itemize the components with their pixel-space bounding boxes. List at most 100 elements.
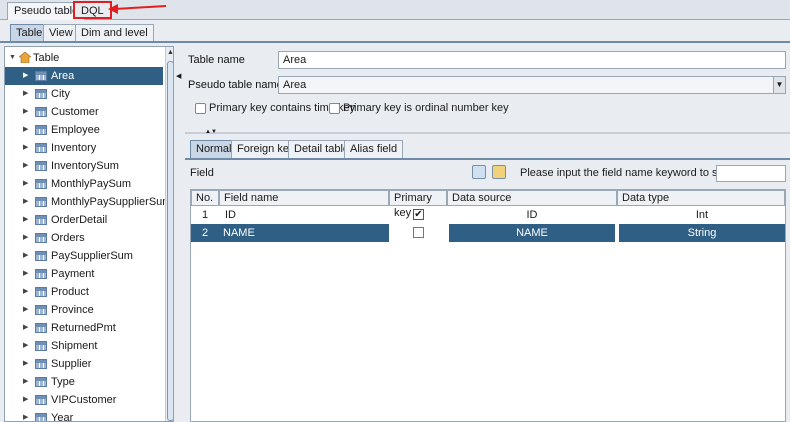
tree-item[interactable]: ▶ Province [5, 301, 163, 319]
table-icon [35, 323, 47, 333]
expand-icon[interactable]: ▶ [23, 373, 28, 391]
table-icon [35, 179, 47, 189]
tree-item[interactable]: ▶ Inventory [5, 139, 163, 157]
tree-item-label: ReturnedPmt [51, 322, 116, 334]
table-icon [35, 71, 47, 81]
expand-icon[interactable]: ▶ [23, 391, 28, 409]
expand-icon[interactable]: ▶ [23, 265, 28, 283]
table-row[interactable]: 2 NAME NAME String [191, 224, 785, 242]
expand-icon[interactable]: ▶ [23, 409, 28, 421]
table-icon [35, 359, 47, 369]
splitter[interactable]: ◀ [175, 46, 183, 422]
ordinal-key-label: Primary key is ordinal number key [343, 102, 509, 114]
primary-key-checkbox[interactable]: ✔ [413, 209, 424, 220]
dropdown-arrow-icon[interactable]: ▼ [773, 77, 785, 93]
annotation-arrow-icon [108, 4, 167, 14]
field-grid: No. Field name Primary key Data source D… [190, 189, 786, 422]
col-data-type: Data type [617, 190, 785, 206]
tree-item[interactable]: ▶ Product [5, 283, 163, 301]
tree-item[interactable]: ▶ Shipment [5, 337, 163, 355]
tree-item[interactable]: ▶ PaySupplierSum [5, 247, 163, 265]
home-icon [19, 52, 31, 63]
pseudo-table-name-select[interactable]: Area ▼ [278, 76, 786, 94]
scrollbar-thumb[interactable] [167, 61, 173, 421]
expand-icon[interactable]: ▶ [23, 85, 28, 103]
expand-icon[interactable]: ▶ [23, 67, 28, 85]
expand-icon[interactable]: ▶ [23, 157, 28, 175]
collapse-left-icon[interactable]: ◀ [176, 72, 181, 80]
expand-icon[interactable]: ▶ [23, 121, 28, 139]
expand-icon[interactable]: ▶ [23, 319, 28, 337]
tab-underline [0, 41, 790, 43]
table-row[interactable]: 1 ID ✔ ID Int [191, 206, 785, 224]
tree-item[interactable]: ▶ Type [5, 373, 163, 391]
tree-item-label: Province [51, 304, 94, 316]
tree-item[interactable]: ▶ Area [5, 67, 163, 85]
collapse-icon[interactable]: ▼ [9, 49, 16, 67]
field-label: Field [190, 167, 214, 179]
table-name-input[interactable]: Area [278, 51, 786, 69]
table-icon [35, 161, 47, 171]
table-icon [35, 395, 47, 405]
tab-dim-and-level[interactable]: Dim and level [75, 24, 154, 42]
tree-item[interactable]: ▶ OrderDetail [5, 211, 163, 229]
scroll-up-icon[interactable]: ▲ [166, 47, 173, 59]
tree-item[interactable]: ▶ Payment [5, 265, 163, 283]
tree-item[interactable]: ▶ ReturnedPmt [5, 319, 163, 337]
primary-key-checkbox[interactable] [413, 227, 424, 238]
tree-item[interactable]: ▶ Customer [5, 103, 163, 121]
tree-item-label: Year [51, 412, 74, 422]
expand-icon[interactable]: ▶ [23, 301, 28, 319]
expand-icon[interactable]: ▶ [23, 355, 28, 373]
tab-alias-field[interactable]: Alias field [344, 140, 404, 158]
row-data-source[interactable]: NAME [449, 224, 615, 242]
row-no: 1 [201, 209, 209, 221]
tree-item[interactable]: ▶ VIPCustomer [5, 391, 163, 409]
tree-item[interactable]: ▶ InventorySum [5, 157, 163, 175]
row-data-source[interactable]: ID [449, 206, 615, 224]
splitter-arrows-icon[interactable]: ▲▼ [205, 129, 217, 135]
row-data-type[interactable]: String [619, 224, 785, 242]
expand-icon[interactable]: ▶ [23, 211, 28, 229]
expand-icon[interactable]: ▶ [23, 175, 28, 193]
tree-item-label: Type [51, 376, 75, 388]
table-icon [35, 89, 47, 99]
tree-item[interactable]: ▶ MonthlyPaySupplierSum [5, 193, 171, 211]
tree-root[interactable]: ▼ Table [5, 49, 163, 67]
expand-icon[interactable]: ▶ [23, 337, 28, 355]
table-icon [35, 143, 47, 153]
tree-item-label: Shipment [51, 340, 98, 352]
expand-icon[interactable]: ▶ [23, 283, 28, 301]
row-no: 2 [191, 224, 219, 242]
expand-icon[interactable]: ▶ [23, 103, 28, 121]
ordinal-key-checkbox[interactable] [329, 103, 340, 114]
table-icon [35, 251, 47, 261]
tree-item-label: OrderDetail [51, 214, 108, 226]
row-field-name[interactable]: ID [221, 206, 387, 224]
time-key-checkbox[interactable] [195, 103, 206, 114]
col-primary-key: Primary key [389, 190, 447, 219]
add-field-icon[interactable] [472, 165, 486, 179]
expand-icon[interactable]: ▶ [23, 139, 28, 157]
tree-item[interactable]: ▶ MonthlyPaySum [5, 175, 163, 193]
expand-icon[interactable]: ▶ [23, 247, 28, 265]
tree-item-label: Employee [51, 124, 100, 136]
tree-item[interactable]: ▶ Year [5, 409, 163, 422]
horizontal-splitter[interactable] [185, 132, 790, 134]
tree-scrollbar[interactable]: ▲ [165, 47, 173, 421]
row-data-type[interactable]: Int [619, 206, 785, 224]
tree-item[interactable]: ▶ Orders [5, 229, 163, 247]
table-icon [35, 341, 47, 351]
table-icon [35, 287, 47, 297]
tree-item[interactable]: ▶ City [5, 85, 163, 103]
tree-item[interactable]: ▶ Employee [5, 121, 163, 139]
field-search-input[interactable] [716, 165, 786, 182]
row-field-name[interactable]: NAME [219, 224, 389, 242]
tab-view[interactable]: View [43, 24, 79, 42]
tab-dql[interactable]: DQL [73, 1, 112, 19]
expand-icon[interactable]: ▶ [23, 229, 28, 247]
expand-icon[interactable]: ▶ [23, 193, 28, 211]
tree-item[interactable]: ▶ Supplier [5, 355, 163, 373]
table-tree[interactable]: ▼ Table ▶ Area ▶ City ▶ Customer ▶ Employee ▶ Inv… [4, 46, 174, 422]
edit-field-icon[interactable] [492, 165, 506, 179]
